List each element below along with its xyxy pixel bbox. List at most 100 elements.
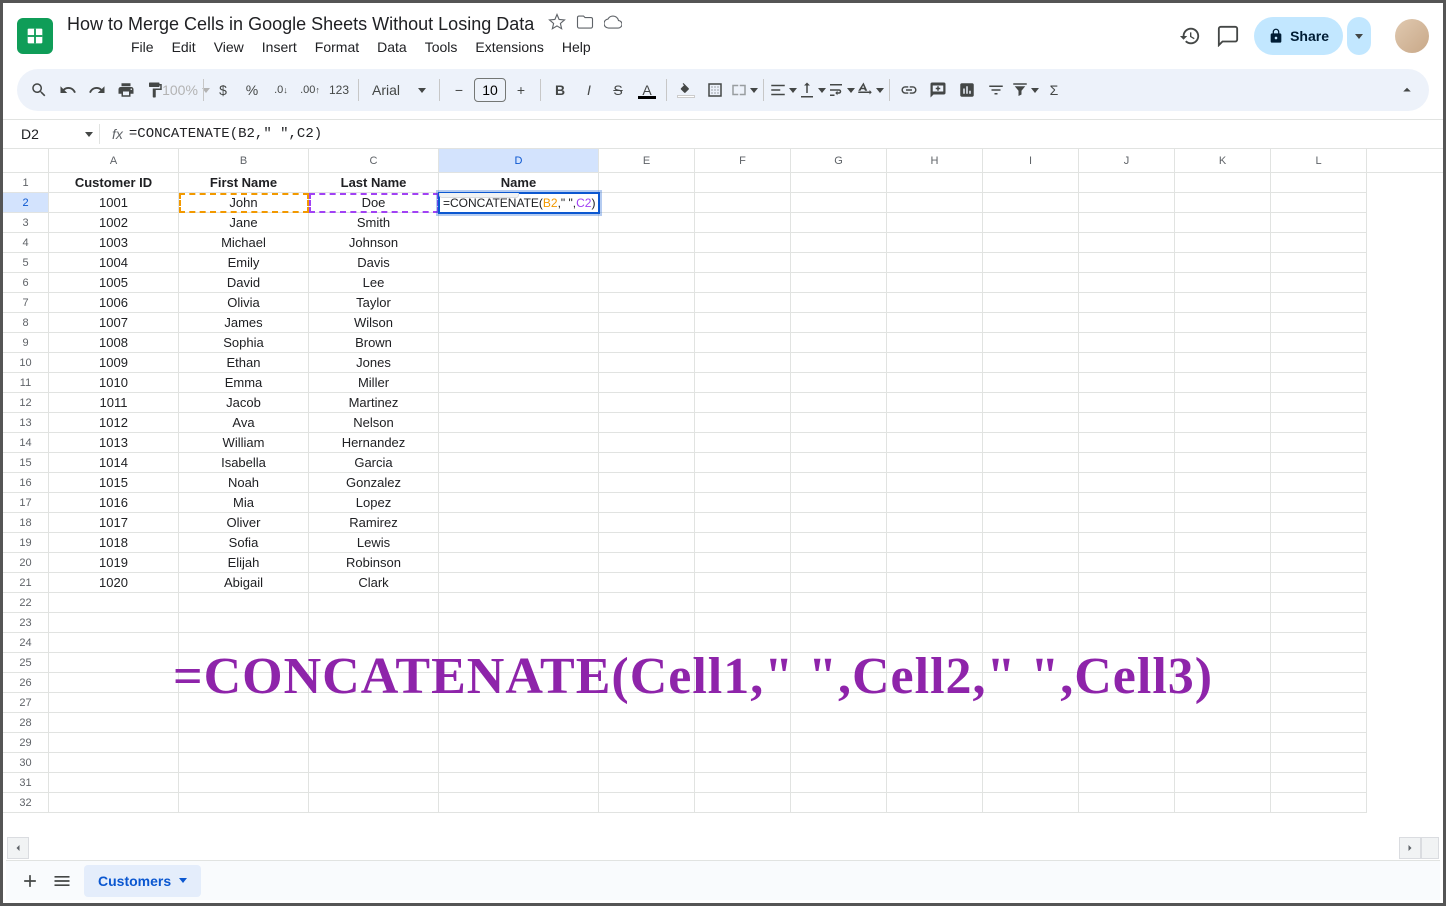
cell-I24[interactable] xyxy=(983,633,1079,653)
sheet-tab-dropdown-icon[interactable] xyxy=(179,878,187,883)
cell-H8[interactable] xyxy=(887,313,983,333)
cell-K31[interactable] xyxy=(1175,773,1271,793)
menu-data[interactable]: Data xyxy=(369,35,415,61)
row-header[interactable]: 14 xyxy=(3,433,49,453)
cell-D31[interactable] xyxy=(439,773,599,793)
cell-D5[interactable] xyxy=(439,253,599,273)
cell-A9[interactable]: 1008 xyxy=(49,333,179,353)
cell-G19[interactable] xyxy=(791,533,887,553)
cell-K21[interactable] xyxy=(1175,573,1271,593)
cell-A12[interactable]: 1011 xyxy=(49,393,179,413)
cell-A18[interactable]: 1017 xyxy=(49,513,179,533)
menu-edit[interactable]: Edit xyxy=(164,35,204,61)
cell-G14[interactable] xyxy=(791,433,887,453)
cell-C26[interactable] xyxy=(309,673,439,693)
cell-B13[interactable]: Ava xyxy=(179,413,309,433)
cell-C3[interactable]: Smith xyxy=(309,213,439,233)
cell-B24[interactable] xyxy=(179,633,309,653)
cell-A1[interactable]: Customer ID xyxy=(49,173,179,193)
cell-A3[interactable]: 1002 xyxy=(49,213,179,233)
cell-G8[interactable] xyxy=(791,313,887,333)
cell-A29[interactable] xyxy=(49,733,179,753)
cell-H26[interactable] xyxy=(887,673,983,693)
cell-I21[interactable] xyxy=(983,573,1079,593)
cell-G23[interactable] xyxy=(791,613,887,633)
cell-F3[interactable] xyxy=(695,213,791,233)
cell-C10[interactable]: Jones xyxy=(309,353,439,373)
vertical-align-button[interactable] xyxy=(798,75,826,105)
cell-L22[interactable] xyxy=(1271,593,1367,613)
cell-D30[interactable] xyxy=(439,753,599,773)
cell-H3[interactable] xyxy=(887,213,983,233)
move-folder-icon[interactable] xyxy=(576,13,594,36)
cell-K8[interactable] xyxy=(1175,313,1271,333)
cell-I3[interactable] xyxy=(983,213,1079,233)
row-header[interactable]: 10 xyxy=(3,353,49,373)
cell-G5[interactable] xyxy=(791,253,887,273)
cell-A13[interactable]: 1012 xyxy=(49,413,179,433)
cell-F17[interactable] xyxy=(695,493,791,513)
cell-H29[interactable] xyxy=(887,733,983,753)
cell-B9[interactable]: Sophia xyxy=(179,333,309,353)
cell-B5[interactable]: Emily xyxy=(179,253,309,273)
star-icon[interactable] xyxy=(548,13,566,36)
cell-A31[interactable] xyxy=(49,773,179,793)
insert-comment-button[interactable] xyxy=(924,75,952,105)
cell-F5[interactable] xyxy=(695,253,791,273)
cell-D8[interactable] xyxy=(439,313,599,333)
cell-F22[interactable] xyxy=(695,593,791,613)
cell-J12[interactable] xyxy=(1079,393,1175,413)
cell-A26[interactable] xyxy=(49,673,179,693)
cell-J1[interactable] xyxy=(1079,173,1175,193)
cell-K23[interactable] xyxy=(1175,613,1271,633)
cell-D9[interactable] xyxy=(439,333,599,353)
history-icon[interactable] xyxy=(1178,24,1202,48)
cell-I25[interactable] xyxy=(983,653,1079,673)
cell-E5[interactable] xyxy=(599,253,695,273)
cell-A21[interactable]: 1020 xyxy=(49,573,179,593)
cell-K28[interactable] xyxy=(1175,713,1271,733)
cell-J4[interactable] xyxy=(1079,233,1175,253)
cell-H14[interactable] xyxy=(887,433,983,453)
cell-I15[interactable] xyxy=(983,453,1079,473)
cell-B19[interactable]: Sofia xyxy=(179,533,309,553)
cell-J22[interactable] xyxy=(1079,593,1175,613)
cell-J32[interactable] xyxy=(1079,793,1175,813)
cell-C4[interactable]: Johnson xyxy=(309,233,439,253)
cell-I9[interactable] xyxy=(983,333,1079,353)
cell-G30[interactable] xyxy=(791,753,887,773)
cell-B16[interactable]: Noah xyxy=(179,473,309,493)
row-header[interactable]: 20 xyxy=(3,553,49,573)
cell-D20[interactable] xyxy=(439,553,599,573)
cell-D1[interactable]: Name xyxy=(439,173,599,193)
collapse-toolbar-button[interactable] xyxy=(1393,75,1421,105)
cell-G16[interactable] xyxy=(791,473,887,493)
cell-D27[interactable] xyxy=(439,693,599,713)
cell-B18[interactable]: Oliver xyxy=(179,513,309,533)
cell-D22[interactable] xyxy=(439,593,599,613)
cell-K22[interactable] xyxy=(1175,593,1271,613)
cell-D16[interactable] xyxy=(439,473,599,493)
cell-G31[interactable] xyxy=(791,773,887,793)
cell-F26[interactable] xyxy=(695,673,791,693)
cell-L1[interactable] xyxy=(1271,173,1367,193)
cell-D12[interactable] xyxy=(439,393,599,413)
menu-format[interactable]: Format xyxy=(307,35,367,61)
cell-L26[interactable] xyxy=(1271,673,1367,693)
cell-H27[interactable] xyxy=(887,693,983,713)
row-header[interactable]: 13 xyxy=(3,413,49,433)
cell-J3[interactable] xyxy=(1079,213,1175,233)
cell-B14[interactable]: William xyxy=(179,433,309,453)
row-header[interactable]: 31 xyxy=(3,773,49,793)
cell-J5[interactable] xyxy=(1079,253,1175,273)
cell-K30[interactable] xyxy=(1175,753,1271,773)
cell-D2[interactable]: John Doe ×=CONCATENATE(B2," ",C2) xyxy=(439,193,599,213)
cell-I26[interactable] xyxy=(983,673,1079,693)
cell-C22[interactable] xyxy=(309,593,439,613)
decrease-decimal-button[interactable]: .0↓ xyxy=(267,75,295,105)
cell-I20[interactable] xyxy=(983,553,1079,573)
cell-G26[interactable] xyxy=(791,673,887,693)
cell-E24[interactable] xyxy=(599,633,695,653)
select-all-corner[interactable] xyxy=(3,149,49,172)
cell-B32[interactable] xyxy=(179,793,309,813)
